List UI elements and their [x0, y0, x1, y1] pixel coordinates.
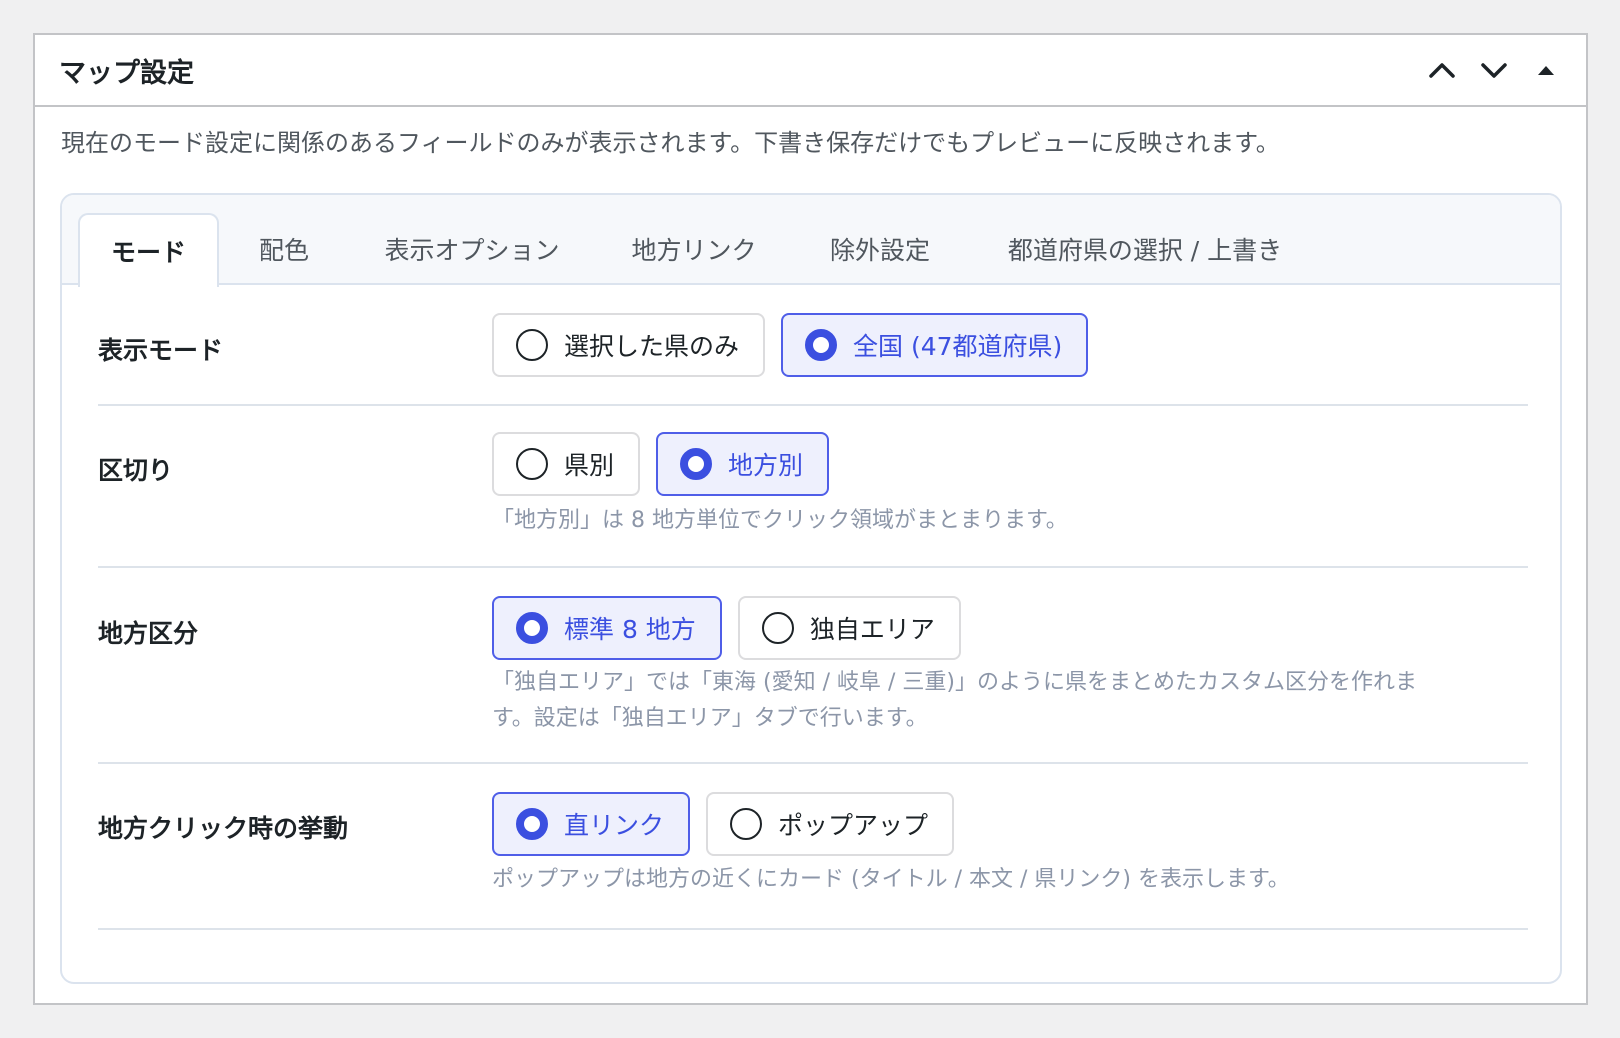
- radio-checked-icon: [805, 329, 838, 361]
- option-label: 全国 (47都道府県): [853, 332, 1063, 361]
- radio-icon: [761, 612, 794, 644]
- tab-prefecture-overrides[interactable]: 都道府県の選択 / 上書き: [982, 213, 1308, 285]
- option-standard-8-regions[interactable]: 標準 8 地方: [492, 596, 722, 660]
- region-type-options: 標準 8 地方 独自エリア: [492, 596, 961, 660]
- row-display-mode: 表示モード 選択した県のみ 全国 (47都道府県): [98, 285, 1528, 406]
- metabox-title: マップ設定: [59, 57, 194, 89]
- region-type-label: 地方区分: [98, 619, 199, 648]
- chevron-up-icon: [1429, 63, 1455, 78]
- click-behavior-options: 直リンク ポップアップ: [492, 792, 955, 856]
- option-popup[interactable]: ポップアップ: [706, 792, 955, 856]
- option-label: ポップアップ: [778, 811, 929, 840]
- option-label: 選択した県のみ: [564, 332, 740, 361]
- move-up-button[interactable]: [1416, 44, 1468, 96]
- option-label: 独自エリア: [809, 615, 935, 644]
- option-custom-area[interactable]: 独自エリア: [737, 596, 961, 660]
- radio-icon: [516, 448, 548, 480]
- option-by-prefecture[interactable]: 県別: [492, 432, 641, 496]
- tab-mode[interactable]: モード: [78, 213, 219, 287]
- radio-checked-icon: [516, 612, 548, 644]
- region-type-help: 「独自エリア」では「東海 (愛知 / 岐阜 / 三重)」のように県をまとめたカス…: [492, 665, 1502, 737]
- radio-checked-icon: [516, 808, 548, 840]
- option-label: 標準 8 地方: [564, 615, 696, 644]
- metabox-header: マップ設定: [35, 35, 1586, 107]
- tab-display-options[interactable]: 表示オプション: [362, 213, 582, 285]
- click-behavior-label: 地方クリック時の挙動: [98, 814, 349, 843]
- toggle-panel-button[interactable]: [1520, 44, 1572, 96]
- display-mode-label: 表示モード: [98, 336, 224, 365]
- radio-checked-icon: [680, 448, 713, 480]
- division-help: 「地方別」は 8 地方単位でクリック領域がまとまります。: [492, 508, 1068, 533]
- tab-region-links[interactable]: 地方リンク: [614, 213, 774, 285]
- handle-actions: [1416, 44, 1586, 96]
- chevron-down-icon: [1481, 63, 1507, 78]
- option-direct-link[interactable]: 直リンク: [492, 792, 691, 856]
- map-settings-metabox: マップ設定 現在のモード設定に関係のあるフィールドのみが表示されます。下書き保存…: [33, 33, 1588, 1005]
- row-division: 区切り 県別 地方別 「地方別」は 8 地方単位でクリック領域がまとまります。: [98, 406, 1528, 568]
- display-mode-options: 選択した県のみ 全国 (47都道府県): [492, 313, 1089, 377]
- tab-exclusions[interactable]: 除外設定: [810, 213, 950, 285]
- division-label: 区切り: [98, 456, 174, 485]
- triangle-up-icon: [1538, 66, 1554, 75]
- help-line: 「独自エリア」では「東海 (愛知 / 岐阜 / 三重)」のように県をまとめたカス…: [492, 670, 1417, 695]
- help-line: す。設定は「独自エリア」タブで行います。: [492, 706, 928, 731]
- move-down-button[interactable]: [1468, 44, 1520, 96]
- settings-panel: モード 配色 表示オプション 地方リンク 除外設定 都道府県の選択 / 上書き …: [60, 193, 1562, 984]
- option-label: 地方別: [728, 451, 804, 480]
- click-behavior-help: ポップアップは地方の近くにカード (タイトル / 本文 / 県リンク) を表示し…: [492, 867, 1290, 892]
- option-by-region[interactable]: 地方別: [656, 432, 830, 496]
- radio-icon: [516, 329, 548, 361]
- division-options: 県別 地方別: [492, 432, 830, 496]
- tab-colors[interactable]: 配色: [238, 213, 330, 285]
- option-label: 県別: [564, 451, 615, 480]
- option-selected-prefectures[interactable]: 選択した県のみ: [492, 313, 766, 377]
- intro-description: 現在のモード設定に関係のあるフィールドのみが表示されます。下書き保存だけでもプレ…: [61, 129, 1280, 157]
- radio-icon: [730, 808, 763, 840]
- row-click-behavior: 地方クリック時の挙動 直リンク ポップアップ ポップアップは地方の近くにカード …: [98, 764, 1528, 930]
- row-region-type: 地方区分 標準 8 地方 独自エリア 「独自エリア」では「東海 (愛知 / 岐阜…: [98, 568, 1528, 764]
- tab-bar: モード 配色 表示オプション 地方リンク 除外設定 都道府県の選択 / 上書き: [62, 195, 1560, 287]
- option-label: 直リンク: [564, 811, 665, 840]
- option-nationwide[interactable]: 全国 (47都道府県): [781, 313, 1089, 377]
